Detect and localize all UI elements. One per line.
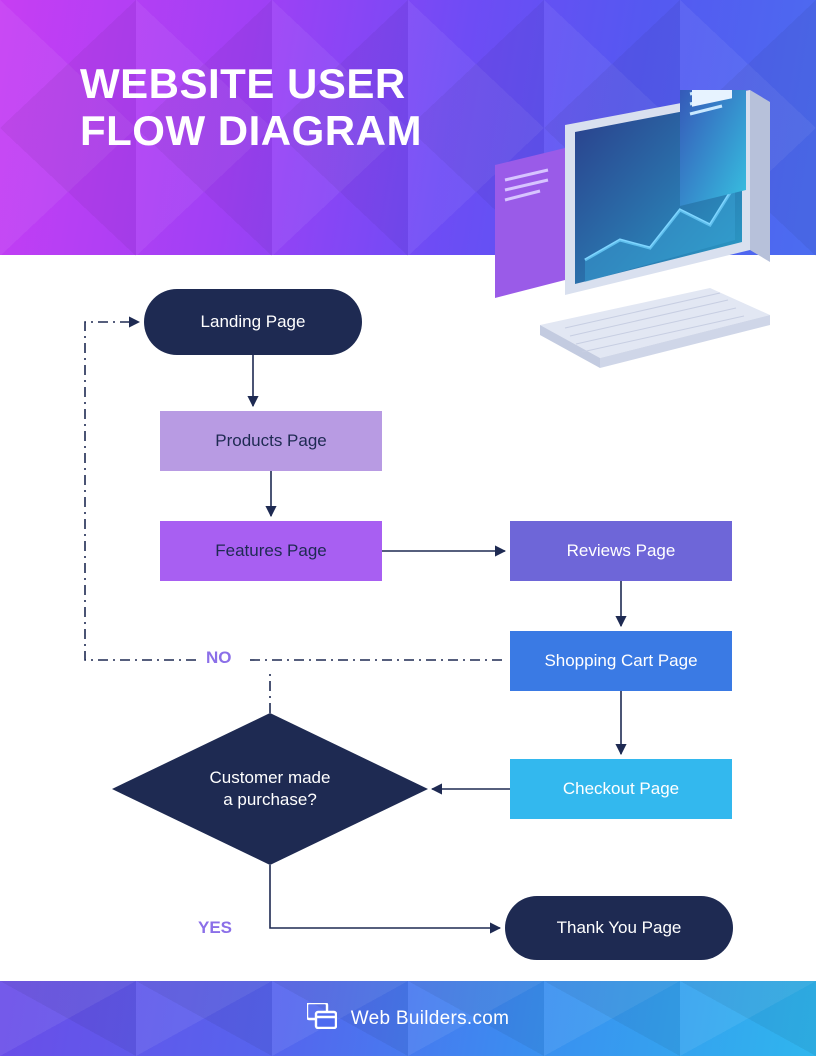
node-checkout-page: Checkout Page — [510, 759, 732, 819]
header-banner: WEBSITE USER FLOW DIAGRAM — [0, 0, 816, 255]
node-landing-page: Landing Page — [144, 289, 362, 355]
node-label: Shopping Cart Page — [544, 651, 697, 671]
edge-label-no: NO — [206, 648, 232, 668]
footer-banner: Web Builders.com — [0, 981, 816, 1056]
brand-windows-icon — [307, 1003, 337, 1034]
node-label: Landing Page — [201, 312, 306, 332]
page-title: WEBSITE USER FLOW DIAGRAM — [80, 60, 422, 154]
node-features-page: Features Page — [160, 521, 382, 581]
footer-brand-text: Web Builders.com — [351, 1008, 510, 1030]
decision-text-line-2: a purchase? — [223, 790, 317, 809]
page: WEBSITE USER FLOW DIAGRAM — [0, 0, 816, 1056]
decision-text-line-1: Customer made — [210, 768, 331, 787]
title-line-2: FLOW DIAGRAM — [80, 107, 422, 154]
node-products-page: Products Page — [160, 411, 382, 471]
edge-label-yes: YES — [198, 918, 232, 938]
node-thank-you-page: Thank You Page — [505, 896, 733, 960]
node-label: Reviews Page — [567, 541, 676, 561]
node-shopping-cart-page: Shopping Cart Page — [510, 631, 732, 691]
node-label: Features Page — [215, 541, 327, 561]
node-label: Thank You Page — [557, 918, 682, 938]
title-line-1: WEBSITE USER — [80, 60, 406, 107]
node-label: Checkout Page — [563, 779, 679, 799]
node-reviews-page: Reviews Page — [510, 521, 732, 581]
node-label: Products Page — [215, 431, 327, 451]
node-decision-purchase: Customer made a purchase? — [112, 713, 428, 865]
